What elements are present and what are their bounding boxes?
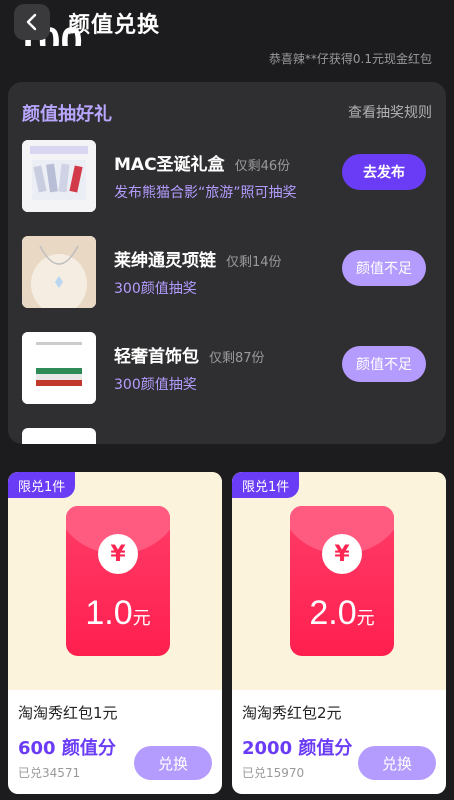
lottery-title: 颜值抽好礼 — [22, 104, 112, 125]
amount-unit: 元 — [132, 608, 151, 628]
prize-thumbnail-jewelry[interactable] — [22, 332, 96, 404]
prize-item: 轻奢首饰包 仅剩87份 300颜值抽奖 颜值不足 — [22, 332, 432, 406]
prize-title: 轻奢首饰包 — [114, 347, 199, 367]
red-envelope: ¥ 1.0元 — [66, 506, 170, 656]
top-bar: 颜值兑换 — [0, 0, 454, 48]
card-name: 淘淘秀红包1元 — [18, 704, 118, 722]
chevron-left-icon — [26, 13, 37, 31]
jewelry-bag-image-icon — [22, 332, 96, 404]
prize-stock: 仅剩46份 — [234, 159, 291, 174]
prize-name: 轻奢首饰包 仅剩87份 — [114, 342, 265, 367]
page-title: 颜值兑换 — [68, 13, 161, 38]
card-cost: 600 颜值分 — [18, 738, 116, 759]
amount-value: 2.0 — [309, 594, 357, 632]
prize-stock: 仅剩87份 — [209, 351, 265, 366]
card-banner: ¥ 1.0元 — [8, 472, 222, 690]
card-banner: ¥ 2.0元 — [232, 472, 446, 690]
insufficient-points-button[interactable]: 颜值不足 — [342, 346, 426, 382]
amount-unit: 元 — [356, 608, 375, 628]
yen-icon: ¥ — [322, 534, 362, 574]
prize-name: MAC圣诞礼盒 仅剩46份 — [114, 150, 290, 175]
redeem-button[interactable]: 兑换 — [134, 746, 212, 780]
prize-item — [22, 428, 432, 444]
yen-icon: ¥ — [98, 534, 138, 574]
insufficient-points-button[interactable]: 颜值不足 — [342, 250, 426, 286]
prize-thumbnail-necklace[interactable] — [22, 236, 96, 308]
gift-box-image-icon — [22, 140, 96, 212]
prize-thumbnail-partial[interactable] — [22, 428, 96, 444]
card-cost: 2000 颜值分 — [242, 738, 353, 759]
prize-item: 莱绅通灵项链 仅剩14份 300颜值抽奖 颜值不足 — [22, 236, 432, 310]
redeem-card[interactable]: ¥ 1.0元 限兑1件 淘淘秀红包1元 600 颜值分 已兑34571 兑换 — [8, 472, 222, 794]
lottery-header: 颜值抽好礼 查看抽奖规则 — [22, 100, 432, 125]
card-sold-count: 已兑15970 — [242, 766, 305, 780]
prize-requirement: 300颜值抽奖 — [114, 281, 197, 297]
redeem-button[interactable]: 兑换 — [358, 746, 436, 780]
envelope-amount: 2.0元 — [290, 594, 394, 633]
prize-title: MAC圣诞礼盒 — [114, 155, 225, 175]
prize-stock: 仅剩14份 — [226, 255, 282, 270]
red-envelope: ¥ 2.0元 — [290, 506, 394, 656]
publish-button[interactable]: 去发布 — [342, 154, 426, 190]
limit-badge: 限兑1件 — [232, 472, 300, 498]
prize-thumbnail-mac[interactable] — [22, 140, 96, 212]
prize-name: 莱绅通灵项链 仅剩14份 — [114, 246, 282, 271]
prize-requirement: 300颜值抽奖 — [114, 377, 197, 393]
amount-value: 1.0 — [85, 594, 133, 632]
prize-item: MAC圣诞礼盒 仅剩46份 发布熊猫合影“旅游”照可抽奖 去发布 — [22, 140, 432, 214]
prize-requirement: 发布熊猫合影“旅游”照可抽奖 — [114, 185, 297, 201]
prize-title: 莱绅通灵项链 — [114, 251, 216, 271]
necklace-image-icon — [22, 236, 96, 308]
back-button[interactable] — [14, 4, 50, 40]
lottery-rules-link[interactable]: 查看抽奖规则 — [348, 102, 432, 122]
envelope-amount: 1.0元 — [66, 594, 170, 633]
limit-badge: 限兑1件 — [8, 472, 76, 498]
winner-ticker: 恭喜辣**仔获得0.1元现金红包 — [268, 52, 432, 66]
card-sold-count: 已兑34571 — [18, 766, 81, 780]
lottery-panel: 颜值抽好礼 查看抽奖规则 MAC圣诞礼盒 仅剩46份 发布熊猫合影“旅游”照可抽奖… — [8, 82, 446, 444]
redeem-card[interactable]: ¥ 2.0元 限兑1件 淘淘秀红包2元 2000 颜值分 已兑15970 兑换 — [232, 472, 446, 794]
card-name: 淘淘秀红包2元 — [242, 704, 342, 722]
